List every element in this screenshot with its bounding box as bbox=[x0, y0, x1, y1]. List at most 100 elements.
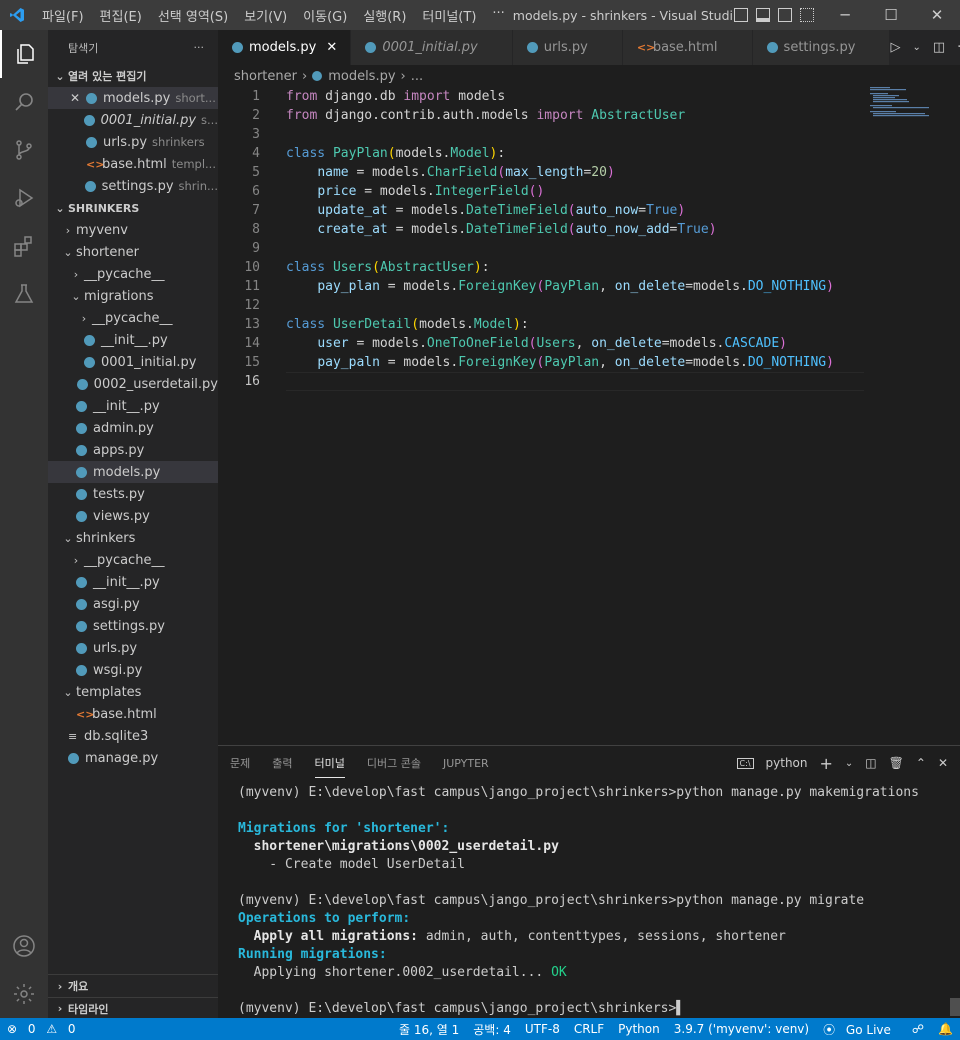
menu-item[interactable]: 터미널(T) bbox=[414, 6, 484, 25]
open-editor-item[interactable]: urls.py shrinkers bbox=[48, 131, 218, 153]
open-editor-item[interactable]: settings.py shrin... bbox=[48, 175, 218, 197]
python-file-icon bbox=[526, 42, 538, 53]
open-editor-name: settings.py bbox=[101, 178, 174, 194]
open-editors-section[interactable]: ⌄ 열려 있는 편집기 bbox=[48, 65, 218, 87]
panel-tab[interactable]: 터미널 bbox=[314, 749, 345, 778]
file-item[interactable]: tests.py bbox=[48, 483, 218, 505]
problems-indicator[interactable]: ⊗ 0 ⚠ 0 bbox=[0, 1022, 90, 1036]
toggle-sidebar-icon[interactable] bbox=[734, 8, 748, 22]
maximize-button[interactable]: ☐ bbox=[868, 6, 914, 24]
file-item[interactable]: wsgi.py bbox=[48, 659, 218, 681]
folder-item[interactable]: › __pycache__ bbox=[48, 263, 218, 285]
project-section[interactable]: ⌄ SHRINKERS bbox=[48, 197, 218, 219]
terminal-shell-label[interactable]: python bbox=[766, 756, 808, 770]
file-item[interactable]: urls.py bbox=[48, 637, 218, 659]
menu-item[interactable]: 보기(V) bbox=[236, 6, 295, 25]
chevron-down-icon[interactable]: ⌄ bbox=[912, 42, 920, 53]
toggle-secondary-sidebar-icon[interactable] bbox=[778, 8, 792, 22]
run-debug-icon[interactable] bbox=[0, 174, 48, 222]
tab-0001-initial-py[interactable]: 0001_initial.py bbox=[351, 30, 513, 65]
tab-urls-py[interactable]: urls.py bbox=[512, 30, 623, 65]
close-icon[interactable]: ✕ bbox=[326, 40, 340, 55]
file-item[interactable]: settings.py bbox=[48, 615, 218, 637]
tab-settings-py[interactable]: settings.py bbox=[752, 30, 891, 65]
source-control-icon[interactable] bbox=[0, 126, 48, 174]
close-window-button[interactable]: ✕ bbox=[914, 6, 960, 24]
open-editor-name: urls.py bbox=[103, 134, 148, 150]
minimap[interactable] bbox=[870, 87, 950, 127]
new-terminal-icon[interactable]: + bbox=[820, 754, 833, 773]
explorer-icon[interactable] bbox=[0, 30, 48, 78]
run-file-icon[interactable]: ▷ bbox=[890, 40, 900, 55]
encoding[interactable]: UTF-8 bbox=[518, 1022, 567, 1036]
testing-icon[interactable] bbox=[0, 270, 48, 318]
open-editor-item[interactable]: 0001_initial.py s... bbox=[48, 109, 218, 131]
split-terminal-icon[interactable]: ◫ bbox=[865, 756, 876, 770]
file-item[interactable]: __init__.py bbox=[48, 395, 218, 417]
breadcrumb-file[interactable]: models.py bbox=[328, 69, 395, 84]
menu-item[interactable]: 파일(F) bbox=[34, 6, 92, 25]
panel-tab[interactable]: 출력 bbox=[272, 749, 292, 777]
menu-item[interactable]: 이동(G) bbox=[295, 6, 355, 25]
file-item[interactable]: views.py bbox=[48, 505, 218, 527]
folder-item[interactable]: ⌄ shortener bbox=[48, 241, 218, 263]
panel-tab[interactable]: JUPYTER bbox=[443, 751, 489, 776]
menu-item[interactable]: ··· bbox=[484, 6, 512, 25]
chevron-down-icon[interactable]: ⌄ bbox=[845, 758, 853, 769]
feedback-icon[interactable]: ☍ bbox=[905, 1022, 931, 1036]
notifications-bell-icon[interactable]: 🔔 bbox=[931, 1022, 960, 1036]
maximize-panel-icon[interactable]: ⌃ bbox=[916, 756, 926, 770]
folder-item[interactable]: ⌄ templates bbox=[48, 681, 218, 703]
file-item[interactable]: manage.py bbox=[48, 747, 218, 769]
terminal-scrollbar[interactable] bbox=[950, 998, 960, 1016]
outline-section[interactable]: › 개요 bbox=[48, 975, 218, 997]
panel-tab[interactable]: 디버그 콘솔 bbox=[367, 749, 421, 777]
folder-item[interactable]: ⌄ shrinkers bbox=[48, 527, 218, 549]
kill-terminal-icon[interactable]: 🗑 bbox=[889, 756, 904, 770]
extensions-icon[interactable] bbox=[0, 222, 48, 270]
menu-item[interactable]: 편집(E) bbox=[92, 6, 150, 25]
timeline-section[interactable]: › 타임라인 bbox=[48, 997, 218, 1019]
folder-item[interactable]: › myvenv bbox=[48, 219, 218, 241]
minimize-button[interactable]: ─ bbox=[822, 6, 868, 24]
file-item[interactable]: ≡ db.sqlite3 bbox=[48, 725, 218, 747]
breadcrumb-more[interactable]: ... bbox=[411, 69, 423, 84]
file-item[interactable]: models.py bbox=[48, 461, 218, 483]
folder-item[interactable]: ⌄ migrations bbox=[48, 285, 218, 307]
search-icon[interactable] bbox=[0, 78, 48, 126]
cursor-position[interactable]: 줄 16, 열 1 bbox=[392, 1021, 466, 1038]
indentation[interactable]: 공백: 4 bbox=[466, 1021, 518, 1038]
more-actions-icon[interactable]: ··· bbox=[194, 41, 205, 54]
toggle-panel-icon[interactable] bbox=[756, 8, 770, 22]
code-editor[interactable]: 1 from django.db import models 2 from djang… bbox=[218, 87, 960, 745]
file-item[interactable]: 0002_userdetail.py bbox=[48, 373, 218, 395]
menu-item[interactable]: 실행(R) bbox=[355, 6, 414, 25]
terminal-output[interactable]: (myvenv) E:\develop\fast campus\jango_pr… bbox=[238, 784, 919, 1018]
go-live-button[interactable]: ⦿ Go Live bbox=[816, 1021, 905, 1038]
panel-tab[interactable]: 문제 bbox=[230, 749, 250, 777]
menu-item[interactable]: 선택 영역(S) bbox=[150, 6, 236, 25]
language-mode[interactable]: Python bbox=[611, 1022, 667, 1036]
file-item[interactable]: asgi.py bbox=[48, 593, 218, 615]
folder-item[interactable]: › __pycache__ bbox=[48, 307, 218, 329]
breadcrumb-folder[interactable]: shortener bbox=[234, 69, 297, 84]
account-icon[interactable] bbox=[0, 922, 48, 970]
close-panel-icon[interactable]: ✕ bbox=[938, 756, 948, 770]
file-item[interactable]: <> base.html bbox=[48, 703, 218, 725]
end-of-line[interactable]: CRLF bbox=[567, 1022, 611, 1036]
close-icon[interactable]: ✕ bbox=[70, 91, 86, 105]
python-interpreter[interactable]: 3.9.7 ('myvenv': venv) bbox=[667, 1022, 816, 1036]
file-item[interactable]: apps.py bbox=[48, 439, 218, 461]
file-item[interactable]: __init__.py bbox=[48, 329, 218, 351]
file-item[interactable]: 0001_initial.py bbox=[48, 351, 218, 373]
tab-models-py[interactable]: models.py ✕ bbox=[218, 30, 352, 65]
open-editor-item[interactable]: ✕ models.py short... bbox=[48, 87, 218, 109]
manage-gear-icon[interactable] bbox=[0, 970, 48, 1018]
split-editor-icon[interactable]: ◫ bbox=[933, 40, 945, 55]
customize-layout-icon[interactable] bbox=[800, 8, 814, 22]
tab-base-html[interactable]: <> base.html bbox=[622, 30, 753, 65]
file-item[interactable]: admin.py bbox=[48, 417, 218, 439]
open-editor-item[interactable]: <> base.html templ... bbox=[48, 153, 218, 175]
folder-item[interactable]: › __pycache__ bbox=[48, 549, 218, 571]
file-item[interactable]: __init__.py bbox=[48, 571, 218, 593]
